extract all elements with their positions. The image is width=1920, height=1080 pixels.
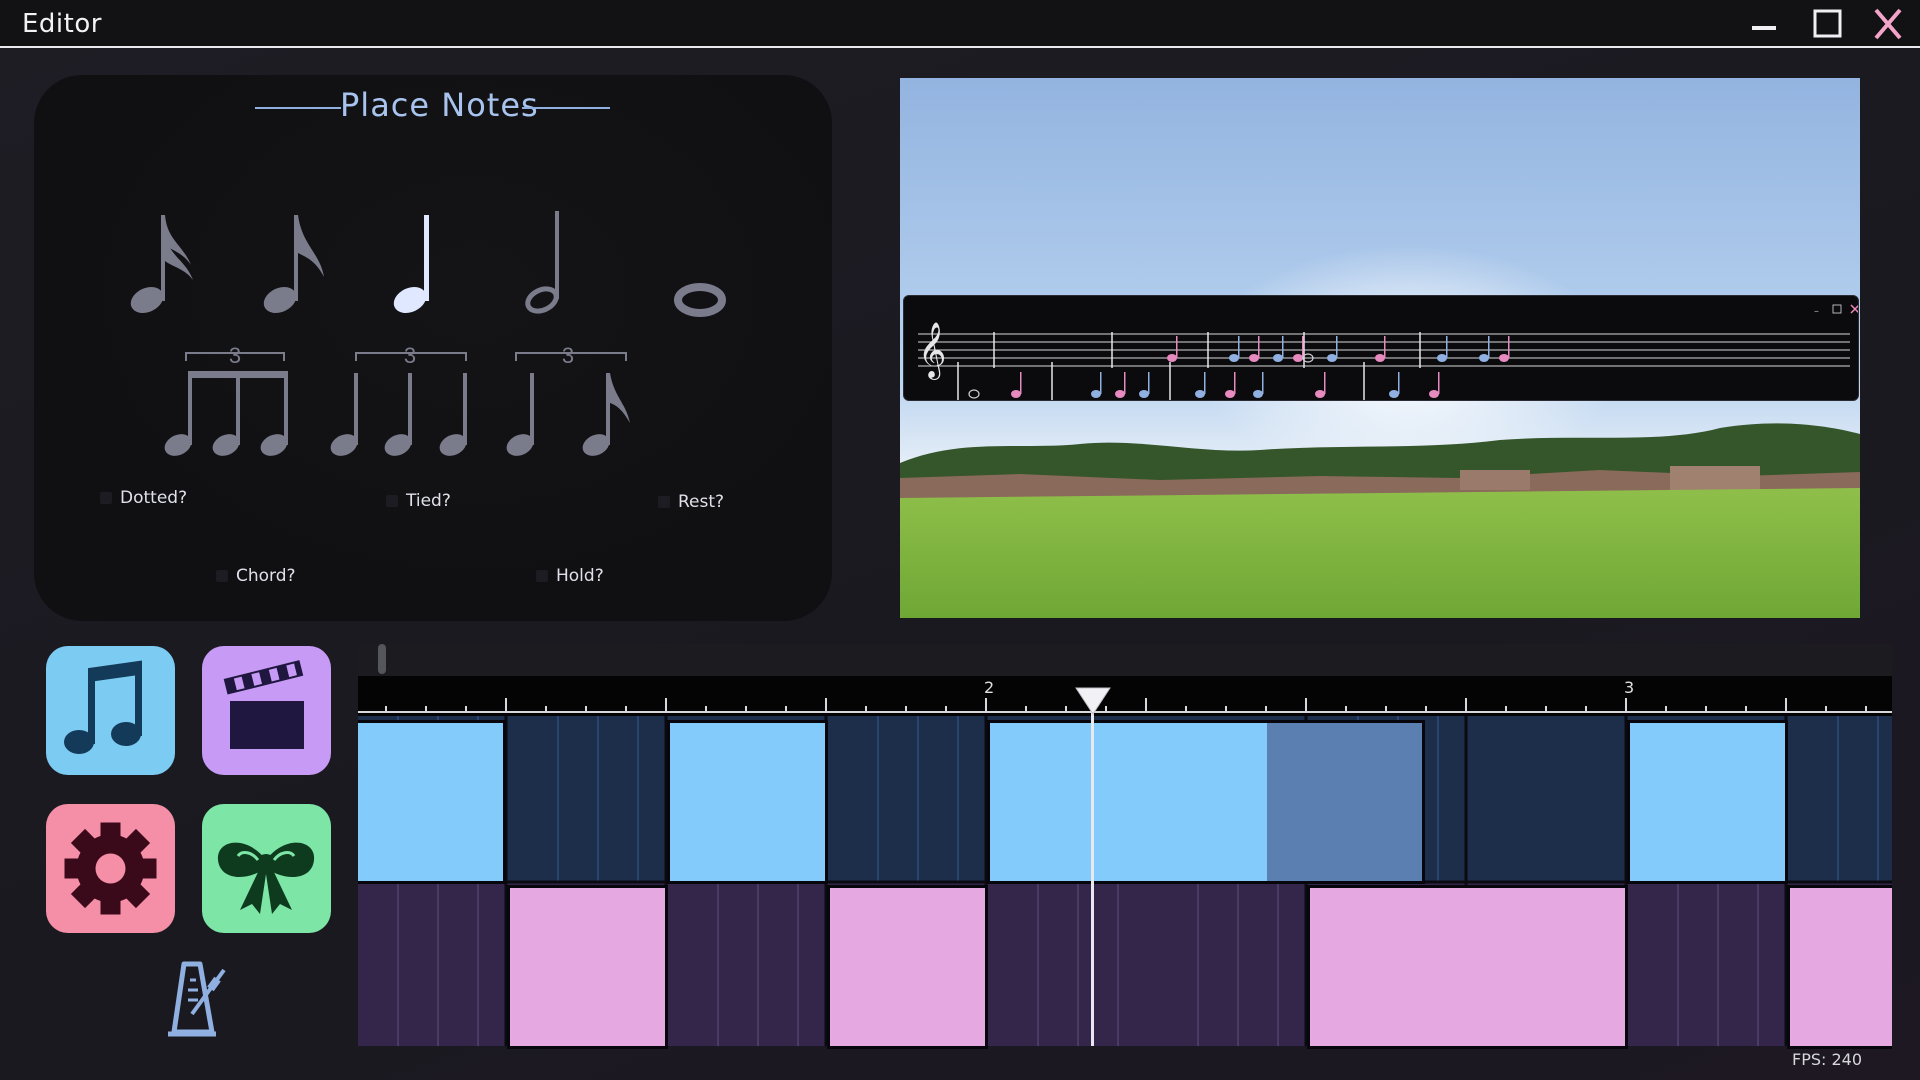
rest-label: Rest? bbox=[678, 492, 725, 512]
clapperboard-icon bbox=[223, 660, 304, 749]
note-block-blue[interactable] bbox=[1627, 720, 1788, 884]
eighth-triplet-icon[interactable]: 3 bbox=[160, 345, 305, 460]
note-block-pink[interactable] bbox=[507, 885, 668, 1049]
measure-label: 3 bbox=[1624, 678, 1635, 697]
dotted-option[interactable]: Dotted? bbox=[100, 488, 187, 508]
tied-option[interactable]: Tied? bbox=[386, 491, 451, 511]
place-notes-title: Place Notes bbox=[340, 86, 539, 124]
quarter-triplet-icon[interactable]: 3 bbox=[326, 345, 471, 460]
timeline-scrollbar[interactable] bbox=[358, 644, 1892, 676]
note-block-blue[interactable] bbox=[667, 720, 828, 884]
eighth-note-icon[interactable] bbox=[258, 205, 338, 320]
dotted-label: Dotted? bbox=[120, 488, 188, 508]
close-icon bbox=[1874, 8, 1902, 40]
timeline-ruler[interactable] bbox=[358, 676, 1892, 718]
music-notes-button[interactable] bbox=[46, 646, 175, 775]
hold-checkbox[interactable] bbox=[536, 570, 548, 582]
sheet-music-staff: 𝄞 – bbox=[918, 304, 1860, 400]
quarter-eighth-triplet-icon[interactable]: 3 bbox=[500, 345, 645, 460]
note-block-blue[interactable] bbox=[987, 720, 1273, 884]
treble-clef-icon: 𝄞 bbox=[918, 322, 946, 380]
overlay-minimize-icon: – bbox=[1814, 306, 1819, 317]
hold-option[interactable]: Hold? bbox=[536, 566, 604, 586]
measure-label: 2 bbox=[984, 678, 995, 697]
rest-checkbox[interactable] bbox=[658, 496, 670, 508]
note-block-pink[interactable] bbox=[827, 885, 988, 1049]
title-bar: Editor bbox=[0, 0, 1920, 48]
playhead-line bbox=[1091, 700, 1094, 1046]
chord-option[interactable]: Chord? bbox=[216, 566, 296, 586]
overlay-close-icon bbox=[1850, 304, 1860, 314]
whole-note-icon[interactable] bbox=[672, 280, 728, 320]
minimize-icon bbox=[1752, 26, 1776, 30]
rest-option[interactable]: Rest? bbox=[658, 492, 724, 512]
sheet-music-window: 𝄞 – bbox=[903, 295, 1860, 401]
music-notes-icon bbox=[64, 660, 142, 754]
window-title: Editor bbox=[22, 9, 102, 39]
note-block-blue[interactable] bbox=[358, 720, 506, 884]
maximize-icon bbox=[1813, 9, 1842, 38]
close-button[interactable] bbox=[1870, 6, 1906, 42]
note-block-pink[interactable] bbox=[1307, 885, 1628, 1049]
clapperboard-button[interactable] bbox=[202, 646, 331, 775]
ruler-ticks bbox=[358, 698, 1892, 713]
dotted-checkbox[interactable] bbox=[100, 492, 112, 504]
triplet-label: 3 bbox=[229, 345, 241, 368]
chord-checkbox[interactable] bbox=[216, 570, 228, 582]
playhead-marker-icon[interactable] bbox=[1074, 686, 1112, 716]
hold-label: Hold? bbox=[556, 566, 604, 586]
quarter-note-icon[interactable] bbox=[388, 205, 448, 320]
minimize-button[interactable] bbox=[1746, 6, 1782, 42]
chord-label: Chord? bbox=[236, 566, 296, 586]
sixteenth-note-icon[interactable] bbox=[125, 205, 205, 320]
timeline-scroll-thumb[interactable] bbox=[378, 644, 386, 674]
title-line-right bbox=[522, 107, 610, 109]
note-block-selected[interactable] bbox=[1267, 720, 1425, 884]
maximize-button[interactable] bbox=[1810, 6, 1846, 42]
bow-icon bbox=[217, 842, 315, 914]
note-block-pink[interactable] bbox=[1787, 885, 1892, 1049]
triplet-label: 3 bbox=[562, 345, 574, 368]
settings-button[interactable] bbox=[46, 804, 175, 933]
tied-label: Tied? bbox=[406, 491, 451, 511]
triplet-label: 3 bbox=[404, 345, 416, 368]
customize-button[interactable] bbox=[202, 804, 331, 933]
gear-icon bbox=[64, 822, 157, 915]
tied-checkbox[interactable] bbox=[386, 495, 398, 507]
fps-counter: FPS: 240 bbox=[1792, 1050, 1863, 1069]
half-note-icon[interactable] bbox=[520, 205, 580, 320]
title-line-left bbox=[255, 107, 341, 109]
metronome-icon[interactable] bbox=[150, 954, 234, 1040]
